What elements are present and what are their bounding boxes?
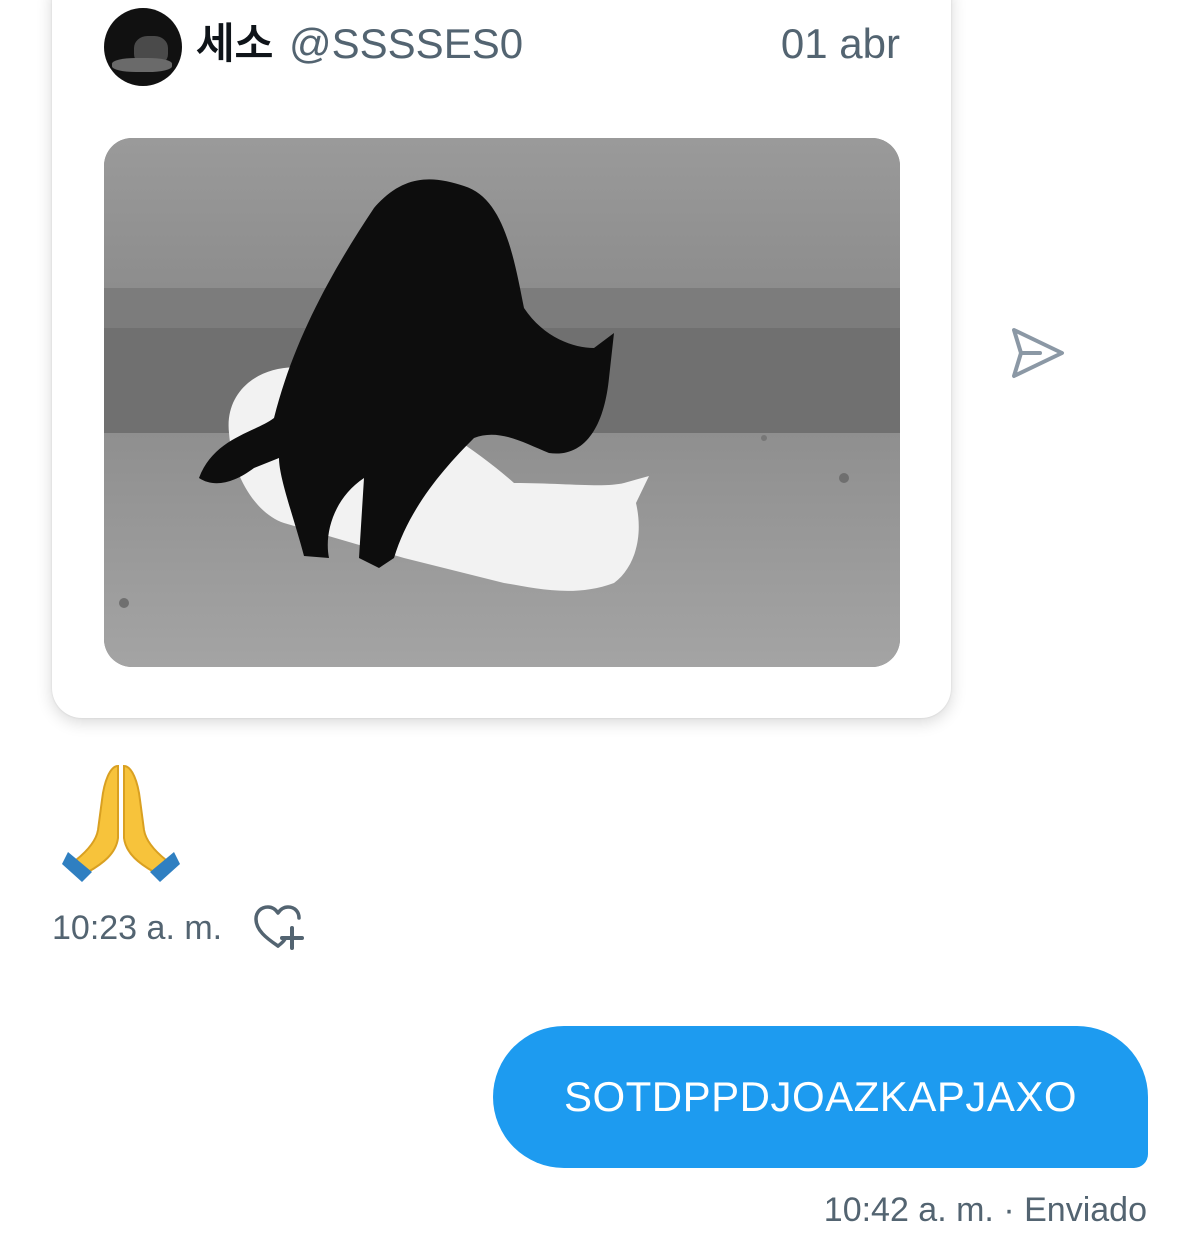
add-reaction-heart-icon[interactable] [252, 904, 306, 952]
sent-message-bubble[interactable]: SOTDPPDJOAZKAPJAXO [493, 1026, 1148, 1168]
shared-tweet-card[interactable]: 세소 @SSSSES0 01 abr [52, 0, 951, 718]
meta-separator: · [1003, 1191, 1015, 1229]
share-tweet-icon[interactable] [1006, 322, 1068, 384]
folded-hands-icon [62, 764, 180, 882]
received-message-timestamp: 10:23 a. m. [52, 909, 223, 947]
author-avatar[interactable] [104, 8, 182, 86]
tweet-author-name[interactable]: 세소 [196, 18, 273, 70]
cats-photo [104, 138, 900, 667]
sent-message-timestamp: 10:42 a. m. [823, 1191, 994, 1229]
sent-message-text: SOTDPPDJOAZKAPJAXO [563, 1073, 1078, 1120]
tweet-media-image[interactable] [104, 138, 900, 667]
tweet-header: 세소 @SSSSES0 01 abr [104, 8, 900, 86]
sent-status: Enviado [1024, 1191, 1147, 1229]
tweet-date: 01 abr [780, 20, 900, 67]
tweet-author-handle: @SSSSES0 [289, 20, 524, 67]
received-emoji-message[interactable] [62, 760, 180, 886]
sent-message-meta: 10:42 a. m. · Enviado [824, 1188, 1147, 1232]
